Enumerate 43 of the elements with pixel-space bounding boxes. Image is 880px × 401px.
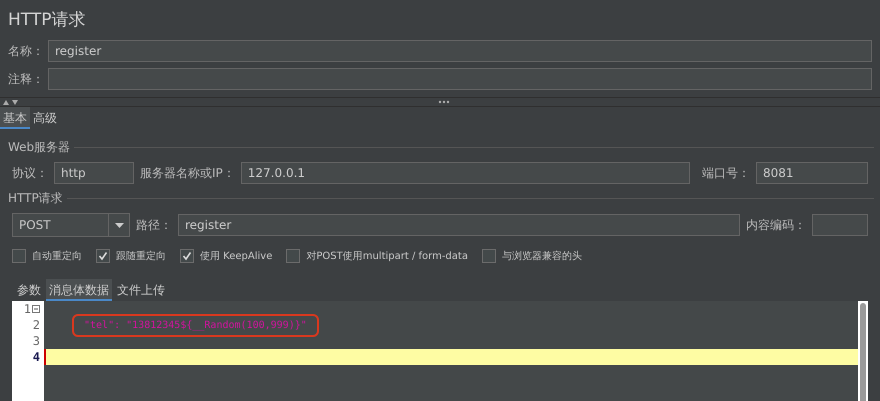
line-number: 1 <box>24 302 31 316</box>
port-field[interactable]: 8081 <box>756 162 868 184</box>
comment-field[interactable] <box>48 68 872 90</box>
field-label: 协议： <box>12 164 48 182</box>
checkbox-label: 使用 KeepAlive <box>200 250 272 263</box>
field-label: 服务器名称或IP： <box>140 164 235 182</box>
tab[interactable]: 文件上传 <box>114 279 168 301</box>
code-text: "tel": "13812345${__Random(100,999)}" <box>74 316 317 334</box>
server-field[interactable]: 127.0.0.1 <box>240 162 690 184</box>
group-title: Web服务器 <box>8 139 70 156</box>
checkbox[interactable] <box>482 249 496 263</box>
method-dropdown[interactable]: POST <box>12 213 130 237</box>
group-title: HTTP请求 <box>8 190 63 207</box>
checkbox-label: 自动重定向 <box>32 250 82 263</box>
checkbox[interactable] <box>12 249 26 263</box>
protocol-field[interactable]: http <box>54 162 134 184</box>
caret-icon <box>114 222 124 228</box>
panel-title: HTTP请求 <box>7 9 87 32</box>
checkbox[interactable] <box>286 249 300 263</box>
field-label: 端口号： <box>702 164 750 182</box>
name-field[interactable]: register <box>48 40 872 62</box>
tab[interactable]: 基本 <box>0 107 30 129</box>
tab[interactable]: 高级 <box>30 107 60 129</box>
tab[interactable]: 消息体数据 <box>46 279 112 301</box>
encoding-field[interactable] <box>812 214 868 236</box>
line-number: 3 <box>32 334 40 348</box>
field-label: 注释： <box>8 70 44 88</box>
checkbox-label: 跟随重定向 <box>116 250 166 263</box>
scrollbar-thumb[interactable] <box>860 303 866 401</box>
line-number: 2 <box>32 318 40 332</box>
field-label: 内容编码： <box>746 216 806 234</box>
field-label: 名称： <box>8 42 44 60</box>
tab[interactable]: 参数 <box>14 279 44 301</box>
checkbox-label: 与浏览器兼容的头 <box>502 250 582 263</box>
path-field[interactable]: register <box>178 214 740 236</box>
fold-icon[interactable] <box>32 305 40 313</box>
splitter-handle-icon[interactable] <box>438 100 450 104</box>
checkbox[interactable] <box>96 249 110 263</box>
collapse-arrows-icon[interactable] <box>2 99 20 105</box>
line-number: 4 <box>32 350 40 364</box>
checkbox[interactable] <box>180 249 194 263</box>
checkbox-label: 对POST使用multipart / form-data <box>306 250 468 263</box>
field-label: 路径： <box>136 216 172 234</box>
